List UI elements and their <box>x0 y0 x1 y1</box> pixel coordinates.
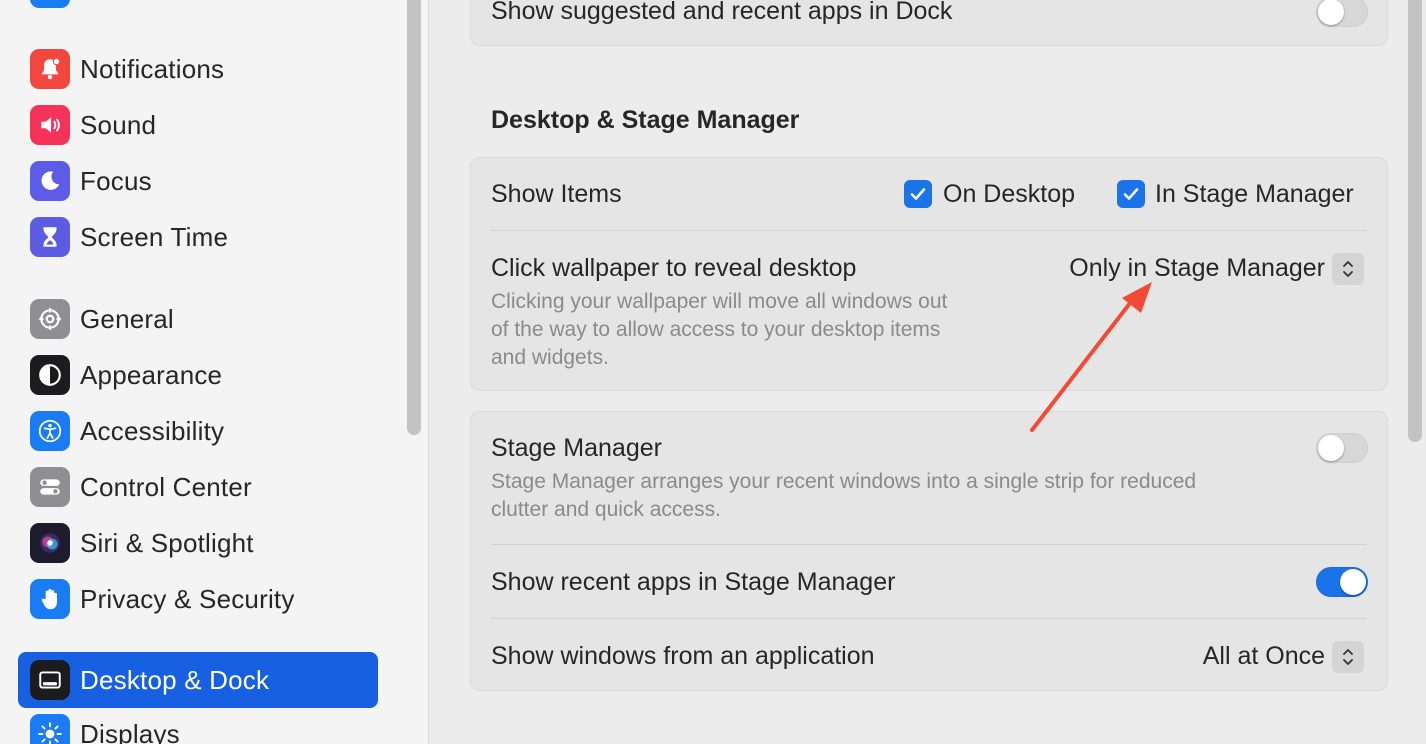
windows-from-app-label: Show windows from an application <box>491 642 875 670</box>
on-desktop-checkbox[interactable] <box>904 180 932 208</box>
windows-from-app-stepper[interactable] <box>1332 641 1364 673</box>
sidebar-item-label: Displays <box>80 718 180 744</box>
sidebar-item-accessibility[interactable]: Accessibility <box>18 405 378 457</box>
sidebar-item-siri-spotlight[interactable]: Siri & Spotlight <box>18 517 378 569</box>
divider <box>491 544 1367 545</box>
stage-manager-label: Stage Manager <box>491 434 662 462</box>
sidebar-item-label: Notifications <box>80 53 225 84</box>
click-wallpaper-label: Click wallpaper to reveal desktop <box>491 254 857 282</box>
sidebar-item-desktop-dock[interactable]: Desktop & Dock <box>18 652 378 708</box>
content-scrollbar[interactable] <box>1406 0 1426 744</box>
sidebar-item-focus[interactable]: Focus <box>18 155 378 207</box>
desktop-settings-card: Show Items On Desktop In Stage Manager C… <box>470 157 1388 391</box>
divider <box>491 230 1367 231</box>
sidebar-item-sound[interactable]: Sound <box>18 99 378 151</box>
sidebar-item-privacy-security[interactable]: Privacy & Security <box>18 573 378 625</box>
content-scrollbar-thumb[interactable] <box>1408 0 1422 442</box>
sun-icon <box>30 714 70 744</box>
checkmark-icon <box>910 188 926 200</box>
sidebar-item-general[interactable]: General <box>18 293 378 345</box>
sidebar: Notifications Sound Focus Screen Time Ge… <box>0 0 429 744</box>
sidebar-scrollbar-thumb[interactable] <box>407 0 421 435</box>
divider <box>491 618 1367 619</box>
click-wallpaper-stepper[interactable] <box>1332 253 1364 285</box>
sidebar-scrollbar[interactable] <box>405 0 423 435</box>
section-heading: Desktop & Stage Manager <box>491 106 800 134</box>
sidebar-item-displays[interactable]: Displays <box>18 708 378 744</box>
toggle-knob <box>1340 569 1366 595</box>
dock-icon <box>30 660 70 700</box>
sidebar-item-label: Appearance <box>80 359 223 390</box>
stage-manager-toggle[interactable] <box>1316 433 1368 463</box>
stage-manager-description: Stage Manager arranges your recent windo… <box>491 470 1197 493</box>
click-wallpaper-description: of the way to allow access to your deskt… <box>491 318 941 341</box>
on-desktop-label: On Desktop <box>943 180 1076 208</box>
dock-options-card: Show suggested and recent apps in Dock <box>470 0 1388 46</box>
hourglass-icon <box>30 217 70 257</box>
sidebar-item-label: Privacy & Security <box>80 583 295 614</box>
speaker-icon <box>30 105 70 145</box>
windows-from-app-popup[interactable]: All at Once <box>1203 642 1325 671</box>
sidebar-item-appearance[interactable]: Appearance <box>18 349 378 401</box>
sidebar-item-label: Siri & Spotlight <box>80 527 254 558</box>
recent-apps-toggle[interactable] <box>1316 567 1368 597</box>
control-center-icon <box>30 467 70 507</box>
gear-icon <box>30 299 70 339</box>
in-stage-manager-checkbox[interactable] <box>1117 180 1145 208</box>
accessibility-icon <box>30 411 70 451</box>
bell-icon <box>30 49 70 89</box>
sidebar-item-screen-time[interactable]: Screen Time <box>18 211 378 263</box>
up-down-chevron-icon <box>1343 261 1353 277</box>
click-wallpaper-description: Clicking your wallpaper will move all wi… <box>491 290 948 313</box>
sidebar-item-label: General <box>80 303 174 334</box>
recent-apps-label: Show recent apps in Stage Manager <box>491 568 896 596</box>
sidebar-item-label: Focus <box>80 165 152 196</box>
sidebar-item-control-center[interactable]: Control Center <box>18 461 378 513</box>
up-down-chevron-icon <box>1343 649 1353 665</box>
click-wallpaper-popup[interactable]: Only in Stage Manager <box>1069 254 1325 283</box>
in-stage-manager-label: In Stage Manager <box>1155 180 1354 208</box>
click-wallpaper-description: and widgets. <box>491 346 609 369</box>
moon-icon <box>30 161 70 201</box>
sidebar-item-label: Screen Time <box>80 221 229 252</box>
toggle-knob <box>1318 435 1344 461</box>
sidebar-item-label: Control Center <box>80 471 252 502</box>
checkmark-icon <box>1123 188 1139 200</box>
sidebar-item-notifications[interactable]: Notifications <box>18 43 378 95</box>
appearance-icon <box>30 355 70 395</box>
partial-sidebar-icon <box>30 0 70 8</box>
sidebar-item-label: Sound <box>80 109 157 140</box>
suggested-apps-label: Show suggested and recent apps in Dock <box>491 0 953 25</box>
show-items-label: Show Items <box>491 180 622 208</box>
siri-icon <box>30 523 70 563</box>
suggested-apps-toggle[interactable] <box>1316 0 1368 27</box>
sidebar-item-label: Accessibility <box>80 415 225 446</box>
hand-icon <box>30 579 70 619</box>
stage-manager-description: clutter and quick access. <box>491 498 721 521</box>
stage-manager-card: Stage Manager Stage Manager arranges you… <box>470 411 1388 691</box>
sidebar-item-label: Desktop & Dock <box>80 664 270 695</box>
toggle-knob <box>1318 0 1344 25</box>
